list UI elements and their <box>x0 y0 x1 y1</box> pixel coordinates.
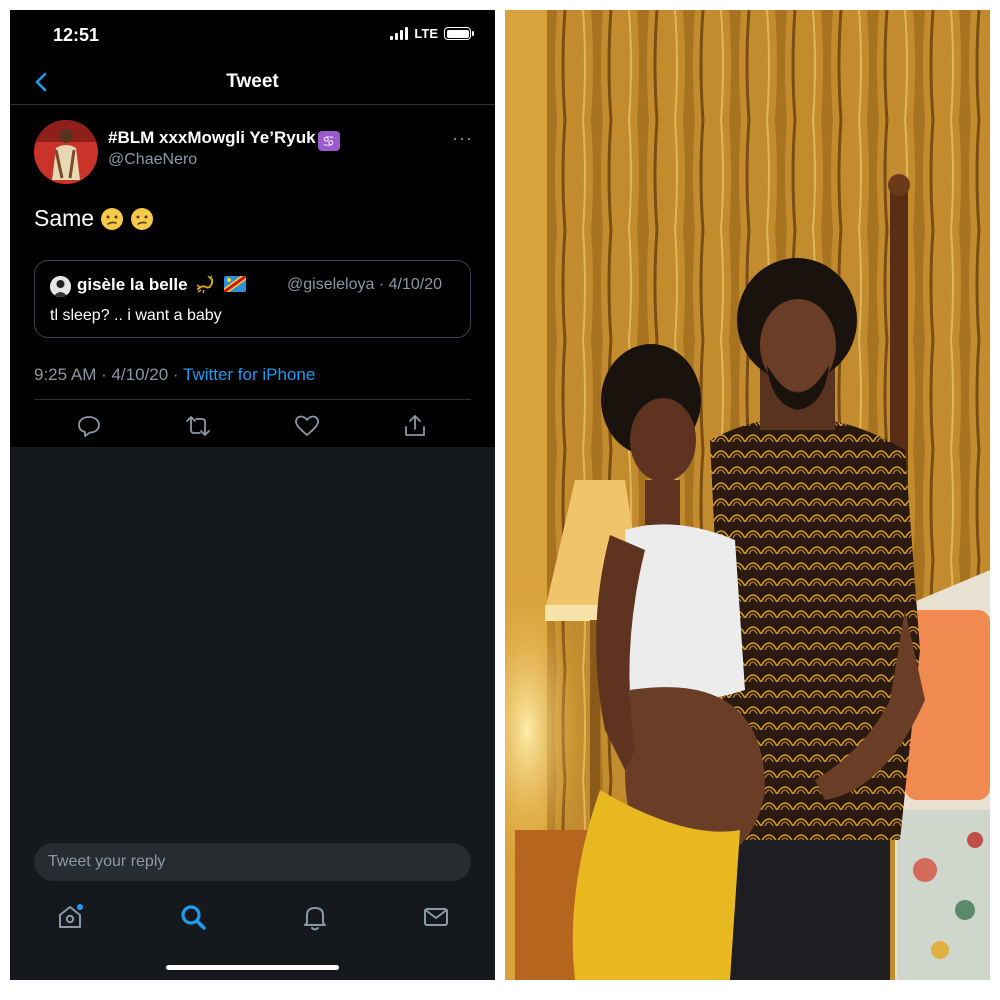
quoted-name-text: gisèle la belle <box>77 275 188 294</box>
battery-icon <box>444 27 474 40</box>
share-icon[interactable] <box>402 413 428 439</box>
status-time: 12:51 <box>53 25 100 45</box>
reply-icon[interactable] <box>76 413 102 439</box>
drc-flag-icon <box>222 273 248 295</box>
home-icon[interactable] <box>55 902 85 932</box>
retweet-icon[interactable] <box>185 413 211 439</box>
reply-input[interactable]: Tweet your reply <box>34 843 471 881</box>
twitter-screenshot: 12:51 LTE Tweet #BLM xxxMowgli Ye’Ryuk ♋ … <box>10 10 495 980</box>
tweet-timestamp: 9:25 AM · 4/10/20 · Twitter for iPhone <box>34 365 315 385</box>
couple-photo <box>505 10 990 980</box>
confused-face-emoji-icon <box>131 207 154 230</box>
timestamp-text: 9:25 AM · 4/10/20 · <box>34 365 183 384</box>
confused-face-emoji-icon <box>101 207 124 230</box>
signal-icon <box>390 27 409 40</box>
page-title: Tweet <box>226 71 279 92</box>
cancer-zodiac-icon: ♋ <box>317 131 340 151</box>
more-options-icon[interactable]: ··· <box>452 128 473 149</box>
quoted-text: tl sleep? .. i want a baby <box>50 307 222 324</box>
tweet-body: Same <box>34 205 95 231</box>
author-display-name[interactable]: #BLM xxxMowgli Ye’Ryuk ♋ <box>108 128 340 151</box>
quoted-meta: @giseleloya · 4/10/20 <box>287 276 442 293</box>
author-handle[interactable]: @ChaeNero <box>108 151 197 169</box>
messages-icon[interactable] <box>421 902 451 932</box>
source-link[interactable]: Twitter for iPhone <box>183 365 315 384</box>
quoted-tweet[interactable]: gisèle la belle @giseleloya · 4/10/20 tl… <box>34 260 471 338</box>
notifications-icon[interactable] <box>300 902 330 932</box>
quoted-avatar <box>50 276 71 297</box>
reply-placeholder: Tweet your reply <box>48 853 166 870</box>
tweet-text: Same <box>34 205 154 232</box>
navigation-bar: Tweet <box>10 62 495 105</box>
status-bar: 12:51 LTE <box>10 10 495 60</box>
home-indicator <box>166 965 339 970</box>
divider <box>34 399 471 400</box>
search-icon[interactable] <box>178 902 208 932</box>
scorpion-icon <box>196 275 214 294</box>
author-name-text: #BLM xxxMowgli Ye’Ryuk <box>108 128 316 147</box>
status-indicators: LTE <box>390 26 474 41</box>
quoted-author-name: gisèle la belle <box>77 273 248 295</box>
like-icon[interactable] <box>294 413 320 439</box>
network-label: LTE <box>414 26 438 41</box>
avatar[interactable] <box>34 120 98 184</box>
